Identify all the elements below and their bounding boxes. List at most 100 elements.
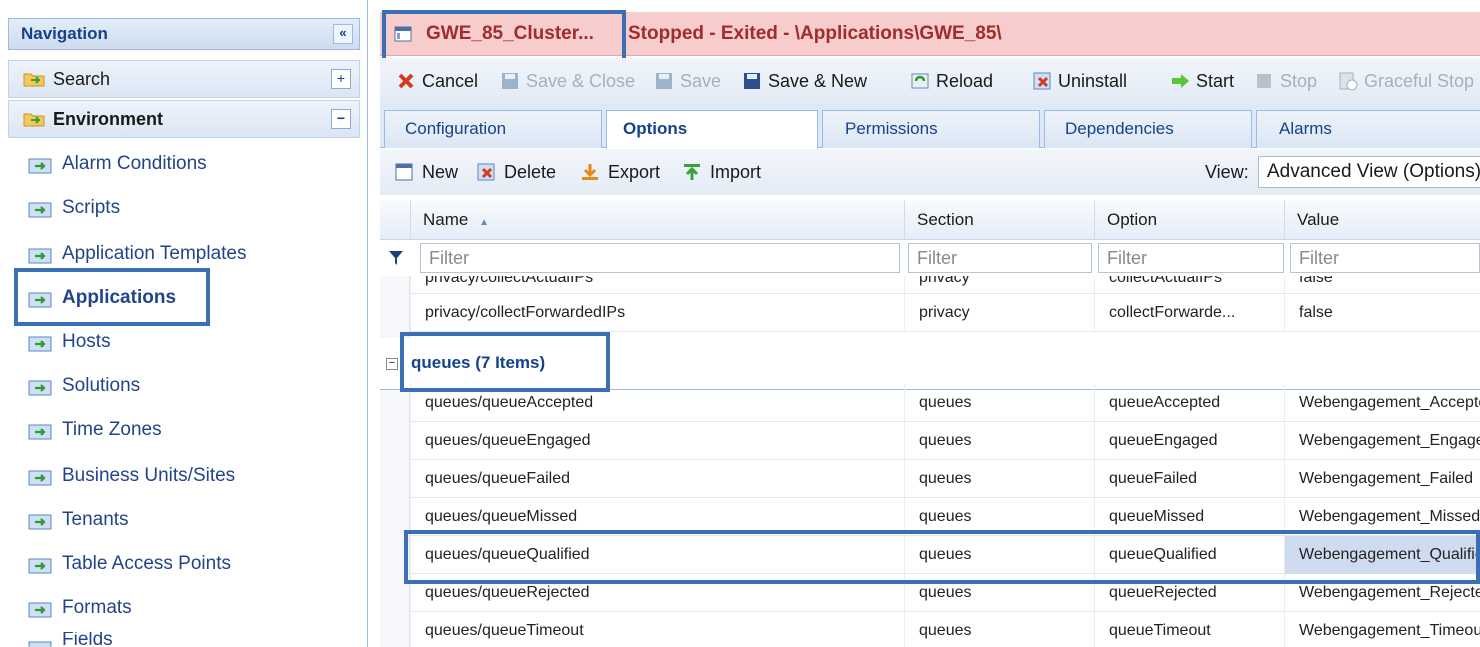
tab-options[interactable]: Options — [606, 110, 818, 149]
folder-arrow-icon — [28, 641, 52, 647]
search-section[interactable]: Search + — [8, 60, 360, 98]
table-row[interactable]: queues/queueTimeout queues queueTimeout … — [410, 612, 1480, 647]
tab-permissions[interactable]: Permissions — [822, 110, 1040, 148]
sidebar-item-solutions[interactable]: Solutions — [28, 368, 140, 404]
graceful-stop-button[interactable]: Graceful Stop — [1338, 58, 1474, 104]
import-button[interactable]: Import — [682, 149, 761, 195]
group-header-queues[interactable]: − queues (7 Items) — [380, 338, 1480, 390]
delete-button[interactable]: Delete — [476, 149, 556, 195]
folder-arrow-icon — [28, 380, 52, 396]
option-filter-input[interactable]: Filter — [1098, 243, 1284, 273]
navigation-header: Navigation « — [8, 18, 360, 50]
sidebar-item-formats[interactable]: Formats — [28, 590, 132, 626]
sidebar-item-tenants[interactable]: Tenants — [28, 502, 129, 538]
folder-arrow-icon — [28, 424, 52, 440]
table-row[interactable]: queues/queueRejected queues queueRejecte… — [410, 574, 1480, 612]
folder-arrow-icon — [28, 514, 52, 530]
sidebar-item-fields[interactable]: Fields — [28, 632, 113, 647]
reload-icon — [911, 73, 929, 89]
sidebar-item-scripts[interactable]: Scripts — [28, 190, 120, 226]
grid-header: Name ▲ Section Option Value — [380, 200, 1480, 240]
folder-icon — [23, 113, 45, 127]
export-icon — [582, 164, 598, 180]
table-row[interactable]: queues/queueEngaged queues queueEngaged … — [410, 422, 1480, 460]
section-filter-input[interactable]: Filter — [908, 243, 1092, 273]
import-icon — [684, 164, 700, 180]
table-row[interactable]: queues/queueAccepted queues queueAccepte… — [410, 384, 1480, 422]
tab-dependencies[interactable]: Dependencies — [1044, 110, 1252, 148]
column-header-section[interactable]: Section — [904, 200, 1094, 240]
main-panel: GWE_85_Cluster... Stopped - Exited - \Ap… — [380, 0, 1480, 647]
environment-label: Environment — [53, 109, 164, 129]
sidebar-item-business-units-sites[interactable]: Business Units/Sites — [28, 458, 235, 494]
column-header-option[interactable]: Option — [1094, 200, 1284, 240]
save-icon — [656, 73, 672, 89]
group-label: queues (7 Items) — [411, 353, 546, 372]
sidebar-item-alarm-conditions[interactable]: Alarm Conditions — [28, 146, 207, 182]
stop-button[interactable]: Stop — [1254, 58, 1317, 104]
stop-icon — [1257, 74, 1271, 88]
save-icon — [744, 73, 760, 89]
new-button[interactable]: New — [394, 149, 458, 195]
folder-arrow-icon — [28, 248, 52, 264]
environment-section[interactable]: Environment − — [8, 100, 360, 138]
save-icon — [502, 73, 518, 89]
grid-toolbar: New Delete Export Import View: Advanced … — [380, 149, 1480, 195]
sort-ascending-icon: ▲ — [479, 217, 489, 228]
navigation-panel: Navigation « Search + Environment − Alar… — [0, 0, 368, 647]
tab-alarms[interactable]: Alarms — [1256, 110, 1480, 148]
name-filter-input[interactable]: Filter — [420, 243, 900, 273]
folder-arrow-icon — [28, 558, 52, 574]
sidebar-item-table-access-points[interactable]: Table Access Points — [28, 546, 231, 582]
start-icon — [1172, 74, 1189, 88]
folder-arrow-icon — [28, 602, 52, 618]
tab-strip: Configuration Options Permissions Depend… — [380, 104, 1480, 149]
filter-icon[interactable] — [388, 250, 404, 266]
uninstall-icon — [1033, 72, 1051, 90]
reload-button[interactable]: Reload — [910, 58, 993, 104]
save-button[interactable]: Save — [654, 58, 721, 104]
save-close-button[interactable]: Save & Close — [500, 58, 635, 104]
delete-icon — [477, 163, 495, 181]
expand-icon[interactable]: + — [331, 69, 351, 89]
folder-arrow-icon — [28, 158, 52, 174]
collapse-icon[interactable]: − — [331, 109, 351, 129]
cancel-icon — [398, 73, 414, 89]
start-button[interactable]: Start — [1170, 58, 1234, 104]
sidebar-item-applications[interactable]: Applications — [28, 280, 176, 316]
folder-arrow-icon — [28, 292, 52, 308]
folder-arrow-icon — [28, 336, 52, 352]
new-icon — [395, 163, 413, 181]
graceful-stop-icon — [1339, 72, 1358, 91]
filter-row: Filter Filter Filter Filter — [380, 240, 1480, 276]
table-row-selected[interactable]: queues/queueQualified queues queueQualif… — [410, 536, 1480, 574]
sidebar-item-time-zones[interactable]: Time Zones — [28, 412, 162, 448]
collapse-nav-button[interactable]: « — [333, 24, 353, 44]
tab-configuration[interactable]: Configuration — [384, 110, 602, 148]
application-status: Stopped - Exited - \Applications\GWE_85\ — [628, 23, 1002, 44]
cancel-button[interactable]: Cancel — [396, 58, 478, 104]
sidebar-item-application-templates[interactable]: Application Templates — [28, 236, 246, 272]
folder-arrow-icon — [28, 202, 52, 218]
table-row[interactable]: privacy/collectActualIPs privacy collect… — [410, 276, 1480, 294]
table-row[interactable]: queues/queueFailed queues queueFailed We… — [410, 460, 1480, 498]
collapse-group-icon[interactable]: − — [386, 358, 398, 370]
application-icon — [394, 26, 412, 42]
title-bar: GWE_85_Cluster... Stopped - Exited - \Ap… — [380, 12, 1480, 56]
table-row[interactable]: privacy/collectForwardedIPs privacy coll… — [410, 294, 1480, 332]
uninstall-button[interactable]: Uninstall — [1032, 58, 1127, 104]
column-header-name[interactable]: Name ▲ — [410, 200, 904, 240]
sidebar-item-hosts[interactable]: Hosts — [28, 324, 111, 360]
main-toolbar: Cancel Save & Close Save Save & New Relo… — [380, 58, 1480, 104]
save-new-button[interactable]: Save & New — [742, 58, 867, 104]
view-select[interactable]: Advanced View (Options) — [1258, 156, 1480, 188]
application-name: GWE_85_Cluster... — [426, 23, 594, 44]
folder-icon — [23, 73, 45, 87]
search-label: Search — [53, 69, 111, 89]
navigation-title: Navigation — [21, 24, 108, 43]
value-filter-input[interactable]: Filter — [1290, 243, 1480, 273]
column-header-value[interactable]: Value — [1284, 200, 1480, 240]
export-button[interactable]: Export — [580, 149, 660, 195]
table-row[interactable]: queues/queueMissed queues queueMissed We… — [410, 498, 1480, 536]
grid-body: privacy/collectActualIPs privacy collect… — [380, 276, 1480, 647]
